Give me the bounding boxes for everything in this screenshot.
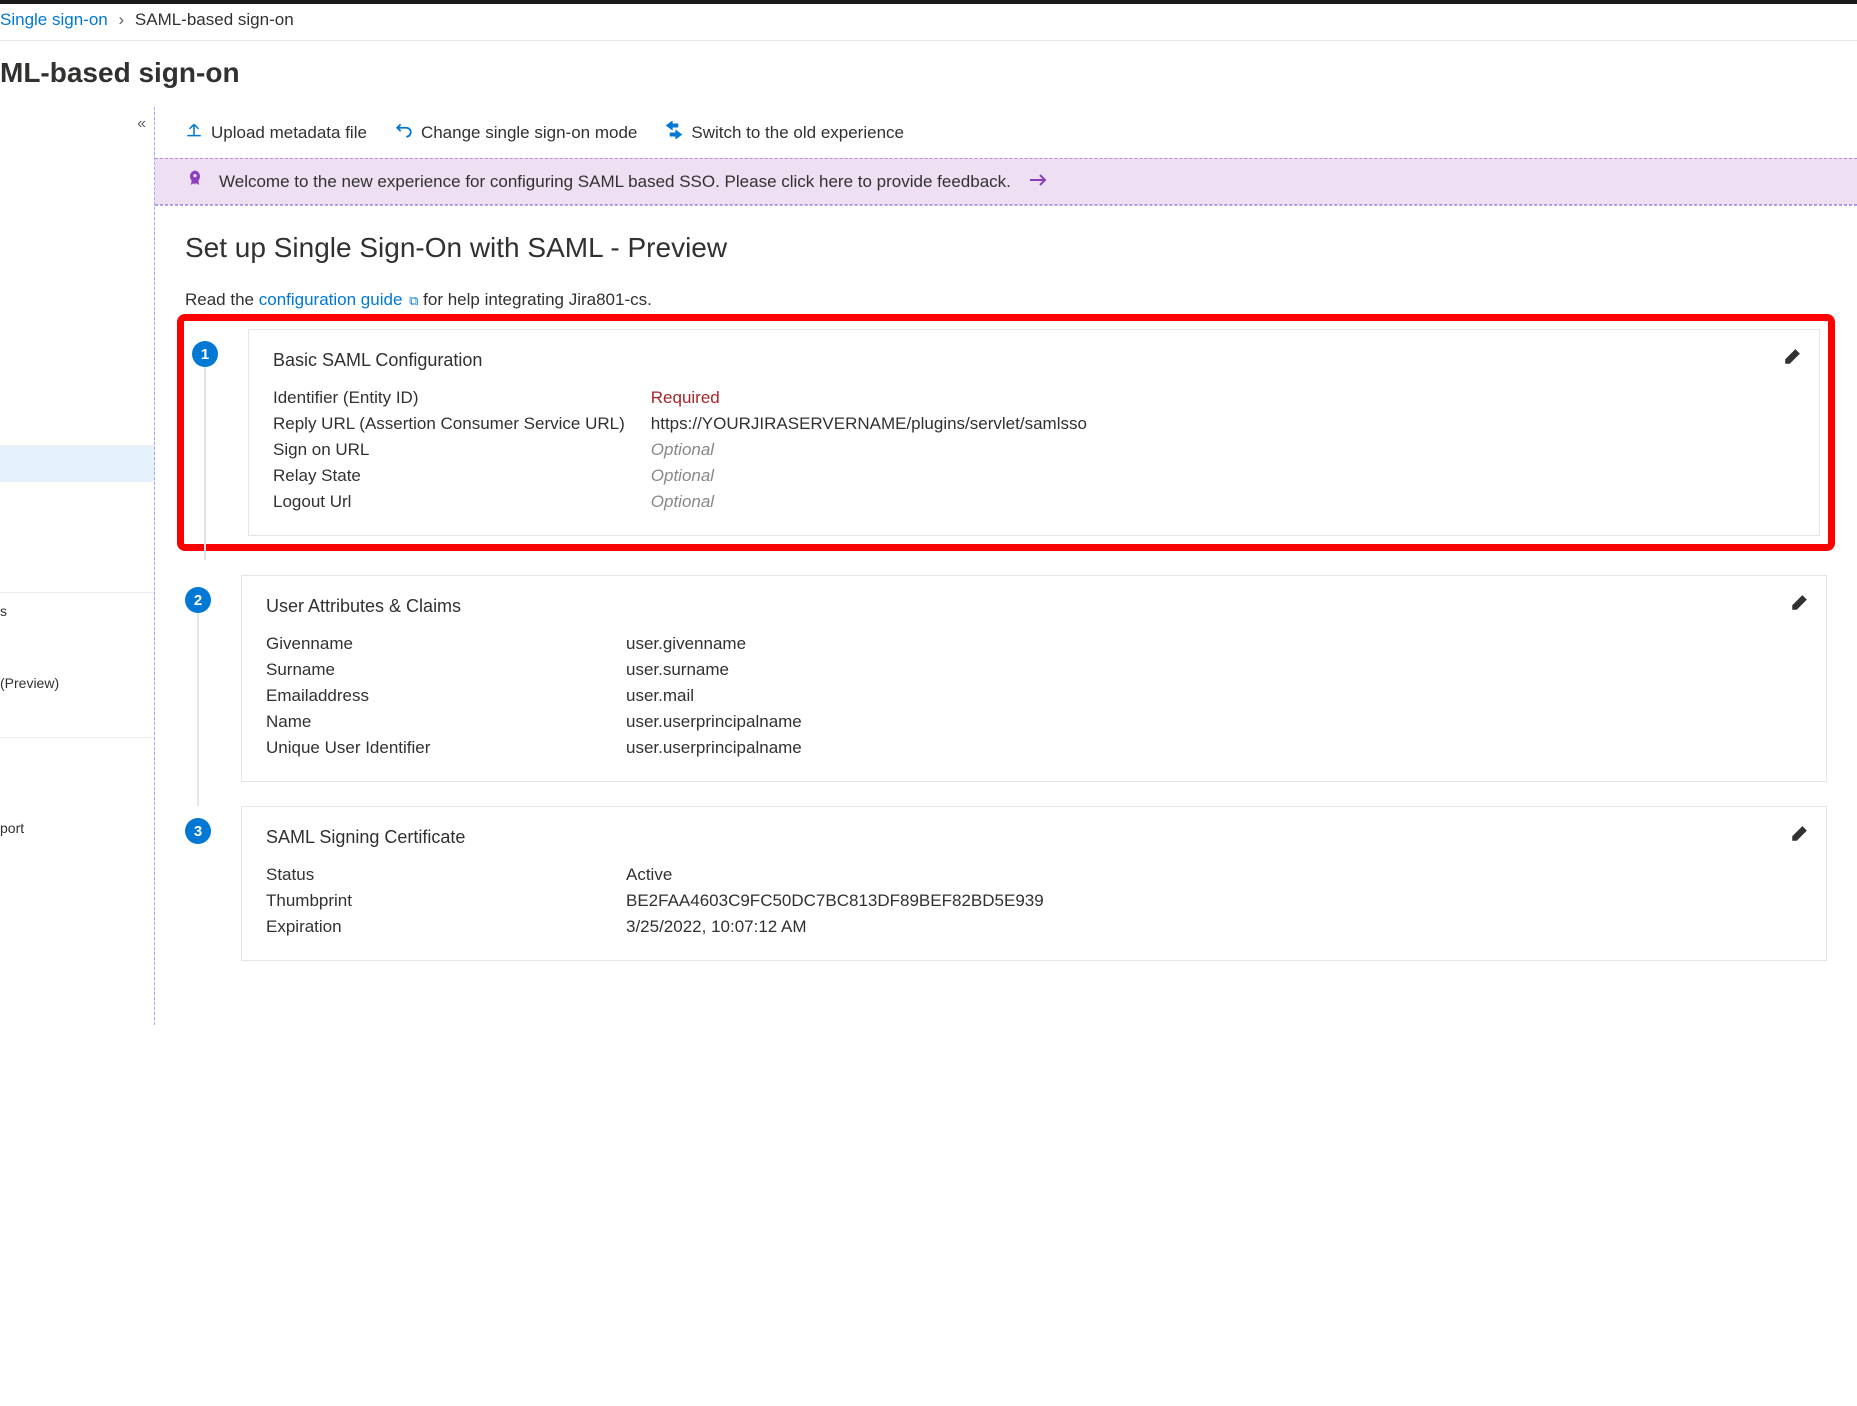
kv-value: 3/25/2022, 10:07:12 AM (626, 914, 1044, 940)
help-post: for help integrating Jira801-cs. (418, 290, 651, 309)
kv-row: Relay StateOptional (273, 463, 1087, 489)
signing-cert-card: SAML Signing Certificate StatusActiveThu… (241, 806, 1827, 961)
kv-key: Relay State (273, 463, 651, 489)
card-title: Basic SAML Configuration (273, 350, 1795, 371)
card-title: User Attributes & Claims (266, 596, 1802, 617)
kv-value: Optional (651, 489, 1087, 515)
kv-key: Name (266, 709, 626, 735)
kv-value: user.givenname (626, 631, 802, 657)
kv-key: Emailaddress (266, 683, 626, 709)
sidebar-item[interactable] (0, 774, 154, 810)
rocket-icon (185, 169, 205, 194)
sidebar: « s (Preview) port (0, 107, 155, 1025)
change-mode-label: Change single sign-on mode (421, 123, 637, 143)
switch-old-label: Switch to the old experience (691, 123, 904, 143)
kv-value: BE2FAA4603C9FC50DC7BC813DF89BEF82BD5E939 (626, 888, 1044, 914)
pencil-icon (1790, 594, 1808, 612)
kv-row: Emailaddressuser.mail (266, 683, 802, 709)
config-guide-label: configuration guide (259, 290, 403, 309)
user-attributes-card: User Attributes & Claims Givennameuser.g… (241, 575, 1827, 782)
kv-value: user.userprincipalname (626, 709, 802, 735)
content-area: Upload metadata file Change single sign-… (154, 107, 1857, 1025)
kv-value: Active (626, 862, 1044, 888)
upload-label: Upload metadata file (211, 123, 367, 143)
breadcrumb: Single sign-on › SAML-based sign-on (0, 4, 1857, 41)
kv-value: https://YOURJIRASERVERNAME/plugins/servl… (651, 411, 1087, 437)
kv-value: Optional (651, 463, 1087, 489)
undo-icon (395, 121, 413, 144)
kv-value: Optional (651, 437, 1087, 463)
switch-icon (665, 121, 683, 144)
kv-key: Givenname (266, 631, 626, 657)
config-guide-link[interactable]: configuration guide ⧉ (259, 290, 419, 309)
card-title: SAML Signing Certificate (266, 827, 1802, 848)
banner-text: Welcome to the new experience for config… (219, 172, 1011, 192)
kv-row: ThumbprintBE2FAA4603C9FC50DC7BC813DF89BE… (266, 888, 1044, 914)
help-pre: Read the (185, 290, 259, 309)
kv-key: Thumbprint (266, 888, 626, 914)
sidebar-item[interactable] (0, 701, 154, 737)
pencil-icon (1783, 348, 1801, 366)
pencil-icon (1790, 825, 1808, 843)
sidebar-item[interactable] (0, 629, 154, 665)
command-bar: Upload metadata file Change single sign-… (155, 107, 1857, 158)
step-connector (204, 367, 206, 560)
step-connector (197, 613, 199, 806)
sidebar-collapse-icon[interactable]: « (137, 115, 146, 133)
step-number-1: 1 (192, 341, 218, 367)
sidebar-item[interactable]: s (0, 592, 154, 629)
upload-metadata-button[interactable]: Upload metadata file (185, 121, 367, 144)
help-line: Read the configuration guide ⧉ for help … (185, 290, 1827, 310)
kv-key: Expiration (266, 914, 626, 940)
kv-key: Identifier (Entity ID) (273, 385, 651, 411)
kv-row: Givennameuser.givenname (266, 631, 802, 657)
breadcrumb-current: SAML-based sign-on (135, 10, 294, 29)
sidebar-item[interactable]: port (0, 810, 154, 846)
edit-cert-button[interactable] (1790, 825, 1808, 846)
kv-row: Expiration3/25/2022, 10:07:12 AM (266, 914, 1044, 940)
feedback-banner[interactable]: Welcome to the new experience for config… (155, 158, 1857, 205)
kv-row: Nameuser.userprincipalname (266, 709, 802, 735)
change-mode-button[interactable]: Change single sign-on mode (395, 121, 637, 144)
kv-value: user.userprincipalname (626, 735, 802, 761)
sidebar-item[interactable] (0, 445, 154, 482)
breadcrumb-link-sso[interactable]: Single sign-on (0, 10, 108, 29)
sidebar-item[interactable] (0, 737, 154, 774)
kv-row: StatusActive (266, 862, 1044, 888)
kv-row: Surnameuser.surname (266, 657, 802, 683)
kv-key: Reply URL (Assertion Consumer Service UR… (273, 411, 651, 437)
main-panel: Set up Single Sign-On with SAML - Previe… (155, 206, 1857, 1025)
breadcrumb-separator: › (118, 10, 124, 29)
edit-basic-saml-button[interactable] (1783, 348, 1801, 369)
step-number-3: 3 (185, 818, 211, 844)
kv-value: Required (651, 385, 1087, 411)
upload-icon (185, 121, 203, 144)
kv-value: user.mail (626, 683, 802, 709)
kv-row: Reply URL (Assertion Consumer Service UR… (273, 411, 1087, 437)
arrow-right-icon (1029, 171, 1047, 192)
edit-attributes-button[interactable] (1790, 594, 1808, 615)
sidebar-item[interactable]: (Preview) (0, 665, 154, 701)
kv-key: Status (266, 862, 626, 888)
page-title: ML-based sign-on (0, 41, 1857, 107)
main-title: Set up Single Sign-On with SAML - Previe… (185, 232, 1827, 264)
basic-saml-card: Basic SAML Configuration Identifier (Ent… (248, 329, 1820, 536)
kv-key: Sign on URL (273, 437, 651, 463)
kv-key: Surname (266, 657, 626, 683)
step-number-2: 2 (185, 587, 211, 613)
kv-key: Unique User Identifier (266, 735, 626, 761)
kv-value: user.surname (626, 657, 802, 683)
kv-row: Sign on URLOptional (273, 437, 1087, 463)
kv-row: Logout UrlOptional (273, 489, 1087, 515)
step-1-highlight: 1 Basic SAML Configuration Identifier (E… (177, 314, 1835, 551)
kv-row: Identifier (Entity ID)Required (273, 385, 1087, 411)
kv-row: Unique User Identifieruser.userprincipal… (266, 735, 802, 761)
kv-key: Logout Url (273, 489, 651, 515)
switch-old-button[interactable]: Switch to the old experience (665, 121, 904, 144)
